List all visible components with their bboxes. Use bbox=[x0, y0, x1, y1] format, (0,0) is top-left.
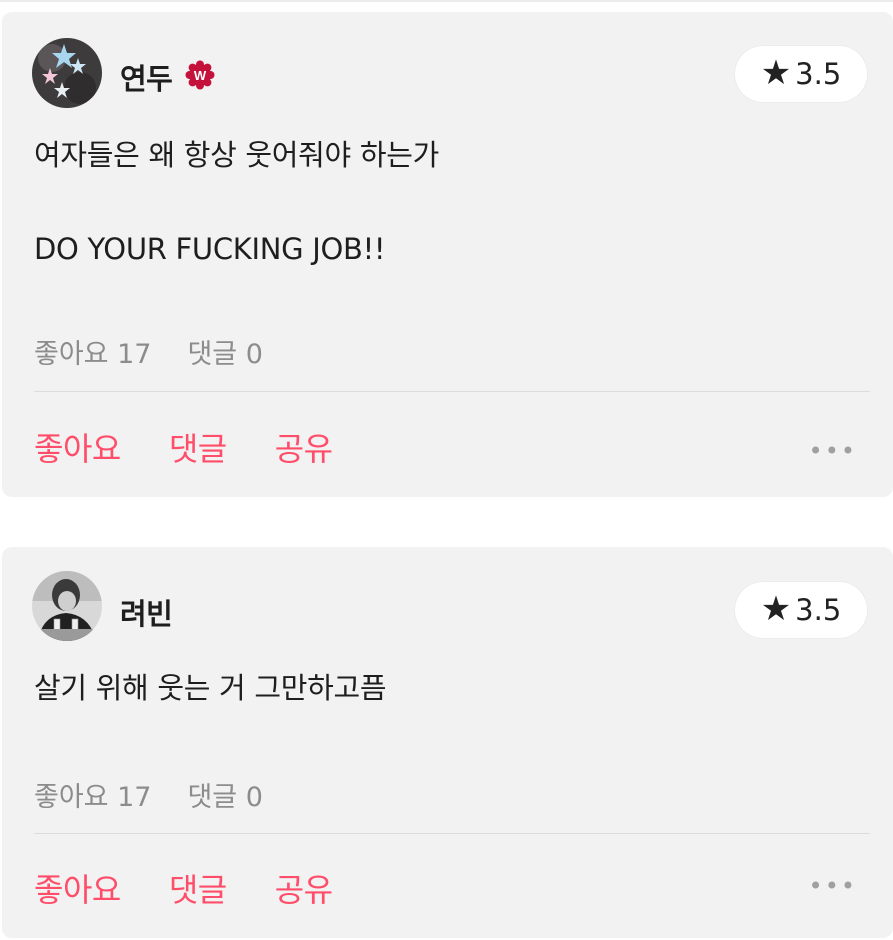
review-stats: 좋아요 17 댓글 0 bbox=[34, 775, 263, 814]
comment-text-line: 여자들은 왜 항상 웃어줘야 하는가 bbox=[34, 138, 439, 172]
like-button[interactable]: 좋아요 bbox=[34, 424, 121, 470]
avatar-person-photo bbox=[32, 571, 102, 641]
review-card: 려빈 ★ 3.5 살기 위해 웃는 거 그만하고픔 좋아요 17 댓글 0 좋아… bbox=[2, 547, 893, 938]
more-options-icon[interactable]: ••• bbox=[809, 437, 857, 465]
comment-button[interactable]: 댓글 bbox=[169, 424, 227, 470]
review-card: 연두 W ★ 3.5 여자들은 왜 항상 웃어줘야 하는가 DO YOUR FU… bbox=[2, 12, 893, 497]
comment-count: 댓글 0 bbox=[187, 339, 263, 370]
comment-text-line: DO YOUR FUCKING JOB!! bbox=[34, 232, 386, 266]
comment-button[interactable]: 댓글 bbox=[169, 865, 227, 911]
verified-badge-icon: W bbox=[185, 60, 215, 90]
action-bar: 좋아요 댓글 공유 bbox=[34, 865, 333, 911]
divider bbox=[34, 391, 870, 392]
username[interactable]: 려빈 bbox=[120, 591, 173, 633]
avatar[interactable] bbox=[32, 38, 102, 108]
divider bbox=[34, 833, 870, 834]
reviews-page: 연두 W ★ 3.5 여자들은 왜 항상 웃어줘야 하는가 DO YOUR FU… bbox=[0, 0, 893, 940]
star-icon: ★ bbox=[760, 588, 792, 629]
more-options-icon[interactable]: ••• bbox=[809, 872, 857, 900]
action-bar: 좋아요 댓글 공유 bbox=[34, 424, 333, 470]
comment-count: 댓글 0 bbox=[187, 782, 263, 813]
like-count: 좋아요 17 bbox=[34, 782, 152, 813]
rating-pill: ★ 3.5 bbox=[735, 582, 867, 638]
rating-value: 3.5 bbox=[795, 57, 842, 91]
top-divider bbox=[0, 0, 893, 2]
share-button[interactable]: 공유 bbox=[275, 424, 333, 470]
comment-text-line: 살기 위해 웃는 거 그만하고픔 bbox=[34, 671, 387, 705]
badge-letter: W bbox=[194, 68, 207, 83]
star-icon: ★ bbox=[760, 52, 792, 93]
rating-pill: ★ 3.5 bbox=[735, 46, 867, 102]
avatar-stars-image bbox=[32, 38, 102, 108]
avatar[interactable] bbox=[32, 571, 102, 641]
share-button[interactable]: 공유 bbox=[275, 865, 333, 911]
username[interactable]: 연두 bbox=[120, 56, 173, 98]
review-stats: 좋아요 17 댓글 0 bbox=[34, 332, 263, 371]
like-count: 좋아요 17 bbox=[34, 339, 152, 370]
like-button[interactable]: 좋아요 bbox=[34, 865, 121, 911]
rating-value: 3.5 bbox=[795, 593, 842, 627]
